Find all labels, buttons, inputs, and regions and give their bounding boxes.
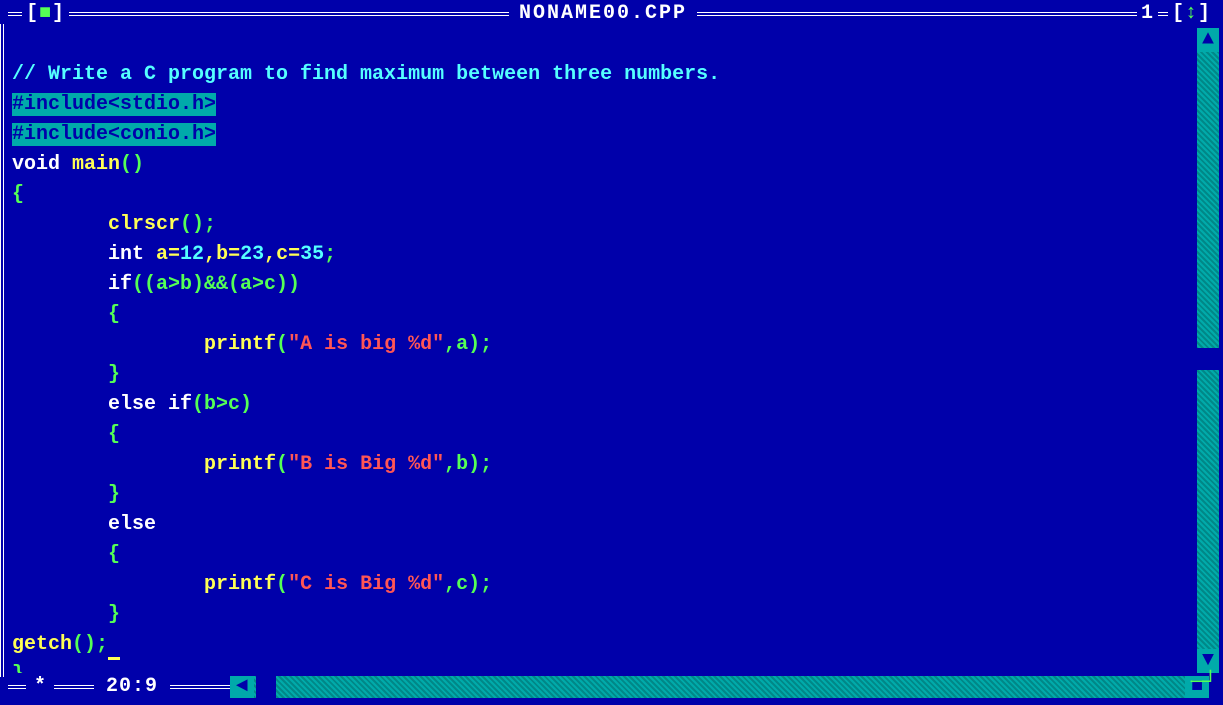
scroll-up-icon[interactable]: ▲ <box>1197 28 1219 52</box>
bracket-close: ] <box>52 2 65 25</box>
scroll-thumb[interactable] <box>1197 348 1219 370</box>
identifier: ,b= <box>204 243 240 266</box>
punct: ,b); <box>444 453 492 476</box>
scroll-left-icon[interactable]: ◄ <box>230 676 254 698</box>
updown-icon: ↕ <box>1185 2 1198 25</box>
keyword: else <box>108 513 156 536</box>
paren: () <box>120 153 144 176</box>
brace: { <box>12 183 24 206</box>
number: 35 <box>300 243 324 266</box>
keyword: int <box>108 243 144 266</box>
brace: { <box>108 423 120 446</box>
number: 12 <box>180 243 204 266</box>
number: 23 <box>240 243 264 266</box>
identifier: ,c= <box>264 243 300 266</box>
close-box[interactable]: [■] <box>22 0 69 29</box>
bracket-close: ] <box>1198 2 1211 25</box>
text-cursor <box>108 642 120 660</box>
punct: (); <box>72 633 108 656</box>
scroll-thumb[interactable] <box>256 676 276 698</box>
brace: } <box>108 363 120 386</box>
cursor-position: 20:9 <box>94 672 170 702</box>
editor-window: [■] NONAME00.CPP 1 [↕] // Write a C prog… <box>0 0 1223 705</box>
selected-line: #include<stdio.h> <box>12 93 216 116</box>
punct: ,c); <box>444 573 492 596</box>
brace: { <box>108 543 120 566</box>
keyword: if <box>108 273 132 296</box>
punct: (); <box>180 213 216 236</box>
paren: ( <box>276 573 288 596</box>
window-number: 1 <box>1141 2 1154 25</box>
identifier: printf <box>204 573 276 596</box>
horizontal-scrollbar[interactable]: ◄ ■ <box>230 676 1209 698</box>
string: "B is Big %d" <box>288 453 444 476</box>
brace: } <box>12 663 24 673</box>
punct: ; <box>324 243 336 266</box>
bracket-open: [ <box>26 2 39 25</box>
title-bar: [■] NONAME00.CPP 1 [↕] <box>0 2 1223 26</box>
brace: } <box>108 483 120 506</box>
paren: ( <box>276 453 288 476</box>
scroll-track[interactable] <box>254 676 1185 698</box>
code-editor[interactable]: // Write a C program to find maximum bet… <box>12 30 1195 673</box>
identifier: main <box>60 153 120 176</box>
expr: (b>c) <box>192 393 252 416</box>
string: "A is big %d" <box>288 333 444 356</box>
brace: } <box>108 603 120 626</box>
code-comment: // Write a C program to find maximum bet… <box>12 63 720 86</box>
punct: ,a); <box>444 333 492 356</box>
identifier: printf <box>204 333 276 356</box>
expr: ((a>b)&&(a>c)) <box>132 273 300 296</box>
identifier: clrscr <box>108 213 180 236</box>
vertical-scrollbar[interactable]: ▲ ▼ <box>1197 28 1219 673</box>
status-bar: * 20:9 ◄ ■ <box>0 675 1223 699</box>
identifier: printf <box>204 453 276 476</box>
keyword: void <box>12 153 60 176</box>
string: "C is Big %d" <box>288 573 444 596</box>
identifier: getch <box>12 633 72 656</box>
modified-indicator: * <box>26 672 54 702</box>
brace: { <box>108 303 120 326</box>
window-number-box: 1 <box>1137 0 1158 29</box>
left-frame-border <box>0 24 10 677</box>
keyword: else if <box>108 393 192 416</box>
window-title: NONAME00.CPP <box>509 0 697 29</box>
close-icon: ■ <box>39 2 52 25</box>
resize-handle-icon[interactable]: ─┘ <box>1191 666 1217 699</box>
paren: ( <box>276 333 288 356</box>
selected-line: #include<conio.h> <box>12 123 216 146</box>
identifier: a= <box>144 243 180 266</box>
bracket-open: [ <box>1172 2 1185 25</box>
